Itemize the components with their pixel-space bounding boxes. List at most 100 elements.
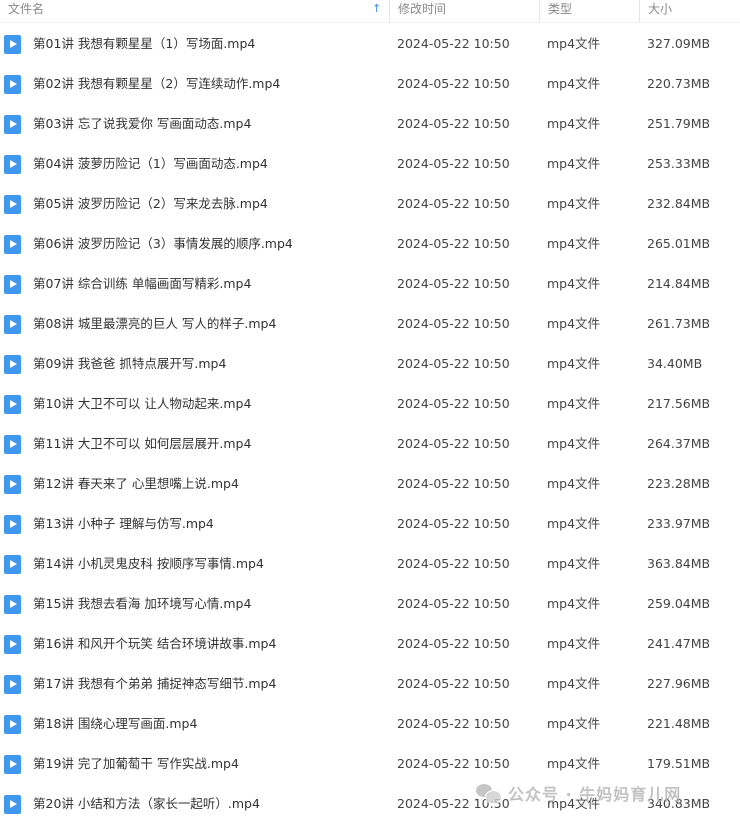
file-modified-time: 2024-05-22 10:50 (397, 116, 510, 131)
file-modified-time: 2024-05-22 10:50 (397, 396, 510, 411)
file-name: 第20讲 小结和方法（家长一起听）.mp4 (33, 796, 260, 811)
column-header-date[interactable]: 修改时间 (389, 0, 539, 22)
file-type: mp4文件 (547, 316, 601, 331)
file-type: mp4文件 (547, 476, 601, 491)
column-header-name[interactable]: 文件名 ↑ (0, 0, 389, 22)
file-modified-time: 2024-05-22 10:50 (397, 476, 510, 491)
file-name: 第19讲 完了加葡萄干 写作实战.mp4 (33, 756, 239, 771)
file-row[interactable]: 第11讲 大卫不可以 如何层层展开.mp4 2024-05-22 10:50 mp4… (0, 424, 740, 464)
file-row[interactable]: 第06讲 波罗历险记（3）事情发展的顺序.mp4 2024-05-22 10:50… (0, 224, 740, 264)
file-name: 第17讲 我想有个弟弟 捕捉神态写细节.mp4 (33, 676, 277, 691)
file-name: 第07讲 综合训练 单幅画面写精彩.mp4 (33, 276, 252, 291)
file-name: 第08讲 城里最漂亮的巨人 写人的样子.mp4 (33, 316, 277, 331)
file-type: mp4文件 (547, 556, 601, 571)
column-header-size-label: 大小 (648, 2, 673, 16)
file-size: 227.96MB (647, 676, 711, 691)
file-type: mp4文件 (547, 156, 601, 171)
file-name: 第05讲 波罗历险记（2）写来龙去脉.mp4 (33, 196, 268, 211)
video-file-icon (4, 715, 21, 734)
file-type: mp4文件 (547, 396, 601, 411)
video-file-icon (4, 315, 21, 334)
file-size: 221.48MB (647, 716, 711, 731)
file-row[interactable]: 第09讲 我爸爸 抓特点展开写.mp4 2024-05-22 10:50 mp4文件… (0, 344, 740, 384)
file-size: 232.84MB (647, 196, 711, 211)
file-modified-time: 2024-05-22 10:50 (397, 356, 510, 371)
video-file-icon (4, 795, 21, 814)
file-row[interactable]: 第07讲 综合训练 单幅画面写精彩.mp4 2024-05-22 10:50 mp4… (0, 264, 740, 304)
file-modified-time: 2024-05-22 10:50 (397, 716, 510, 731)
file-modified-time: 2024-05-22 10:50 (397, 516, 510, 531)
sort-ascending-icon[interactable]: ↑ (372, 3, 381, 15)
file-name: 第09讲 我爸爸 抓特点展开写.mp4 (33, 356, 227, 371)
video-file-icon (4, 675, 21, 694)
file-row[interactable]: 第10讲 大卫不可以 让人物动起来.mp4 2024-05-22 10:50 mp4… (0, 384, 740, 424)
file-name: 第01讲 我想有颗星星（1）写场面.mp4 (33, 36, 256, 51)
file-row[interactable]: 第03讲 忘了说我爱你 写画面动态.mp4 2024-05-22 10:50 mp4… (0, 104, 740, 144)
file-modified-time: 2024-05-22 10:50 (397, 196, 510, 211)
file-type: mp4文件 (547, 356, 601, 371)
file-row[interactable]: 第01讲 我想有颗星星（1）写场面.mp4 2024-05-22 10:50 mp4… (0, 24, 740, 64)
file-size: 233.97MB (647, 516, 711, 531)
video-file-icon (4, 75, 21, 94)
file-list: 第01讲 我想有颗星星（1）写场面.mp4 2024-05-22 10:50 mp4… (0, 24, 740, 824)
video-file-icon (4, 555, 21, 574)
file-row[interactable]: 第08讲 城里最漂亮的巨人 写人的样子.mp4 2024-05-22 10:50 m… (0, 304, 740, 344)
file-size: 217.56MB (647, 396, 711, 411)
file-row[interactable]: 第16讲 和风开个玩笑 结合环境讲故事.mp4 2024-05-22 10:50 m… (0, 624, 740, 664)
file-modified-time: 2024-05-22 10:50 (397, 76, 510, 91)
video-file-icon (4, 475, 21, 494)
file-size: 261.73MB (647, 316, 711, 331)
file-type: mp4文件 (547, 516, 601, 531)
file-row[interactable]: 第02讲 我想有颗星星（2）写连续动作.mp4 2024-05-22 10:50 m… (0, 64, 740, 104)
file-type: mp4文件 (547, 196, 601, 211)
file-size: 34.40MB (647, 356, 703, 371)
column-header-type[interactable]: 类型 (539, 0, 639, 22)
file-modified-time: 2024-05-22 10:50 (397, 676, 510, 691)
file-type: mp4文件 (547, 716, 601, 731)
video-file-icon (4, 435, 21, 454)
file-size: 251.79MB (647, 116, 711, 131)
video-file-icon (4, 275, 21, 294)
file-name: 第06讲 波罗历险记（3）事情发展的顺序.mp4 (33, 236, 293, 251)
file-row[interactable]: 第13讲 小种子 理解与仿写.mp4 2024-05-22 10:50 mp4文件 2… (0, 504, 740, 544)
file-row[interactable]: 第15讲 我想去看海 加环境写心情.mp4 2024-05-22 10:50 mp4… (0, 584, 740, 624)
file-name: 第11讲 大卫不可以 如何层层展开.mp4 (33, 436, 252, 451)
file-type: mp4文件 (547, 636, 601, 651)
column-header-name-label: 文件名 (8, 2, 45, 16)
column-header-size[interactable]: 大小 (639, 0, 740, 22)
file-type: mp4文件 (547, 276, 601, 291)
file-row[interactable]: 第12讲 春天来了 心里想嘴上说.mp4 2024-05-22 10:50 mp4文… (0, 464, 740, 504)
file-row[interactable]: 第05讲 波罗历险记（2）写来龙去脉.mp4 2024-05-22 10:50 mp… (0, 184, 740, 224)
file-size: 363.84MB (647, 556, 711, 571)
watermark-text: 公众号 · 牛妈妈育儿网 (508, 785, 682, 804)
file-size: 241.47MB (647, 636, 711, 651)
file-size: 214.84MB (647, 276, 711, 291)
file-name: 第02讲 我想有颗星星（2）写连续动作.mp4 (33, 76, 281, 91)
file-row[interactable]: 第04讲 菠萝历险记（1）写画面动态.mp4 2024-05-22 10:50 mp… (0, 144, 740, 184)
video-file-icon (4, 155, 21, 174)
video-file-icon (4, 755, 21, 774)
file-modified-time: 2024-05-22 10:50 (397, 236, 510, 251)
video-file-icon (4, 195, 21, 214)
video-file-icon (4, 35, 21, 54)
file-modified-time: 2024-05-22 10:50 (397, 636, 510, 651)
file-size: 259.04MB (647, 596, 711, 611)
file-size: 253.33MB (647, 156, 711, 171)
file-name: 第16讲 和风开个玩笑 结合环境讲故事.mp4 (33, 636, 277, 651)
file-modified-time: 2024-05-22 10:50 (397, 36, 510, 51)
file-row[interactable]: 第17讲 我想有个弟弟 捕捉神态写细节.mp4 2024-05-22 10:50 m… (0, 664, 740, 704)
file-modified-time: 2024-05-22 10:50 (397, 436, 510, 451)
file-type: mp4文件 (547, 676, 601, 691)
video-file-icon (4, 635, 21, 654)
file-type: mp4文件 (547, 436, 601, 451)
file-row[interactable]: 第14讲 小机灵鬼皮科 按顺序写事情.mp4 2024-05-22 10:50 mp… (0, 544, 740, 584)
file-name: 第03讲 忘了说我爱你 写画面动态.mp4 (33, 116, 252, 131)
file-size: 223.28MB (647, 476, 711, 491)
file-type: mp4文件 (547, 596, 601, 611)
file-row[interactable]: 第18讲 围绕心理写画面.mp4 2024-05-22 10:50 mp4文件 221… (0, 704, 740, 744)
file-size: 327.09MB (647, 36, 711, 51)
file-size: 220.73MB (647, 76, 711, 91)
video-file-icon (4, 235, 21, 254)
video-file-icon (4, 395, 21, 414)
file-size: 264.37MB (647, 436, 711, 451)
